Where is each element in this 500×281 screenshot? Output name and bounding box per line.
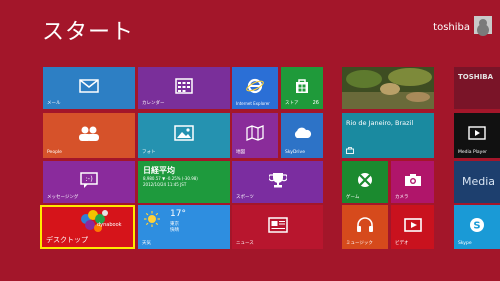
tile-finance[interactable]: 日経平均 8,980.57 ▼ -0.25% (-30.98) 2012/10/… bbox=[138, 161, 230, 203]
tile-travel[interactable]: Rio de Janeiro, Brazil bbox=[342, 113, 434, 158]
tile-desktop[interactable]: dynabook デスクトップ bbox=[40, 205, 135, 249]
travel-photo-image bbox=[342, 67, 434, 109]
tile-mail-label: メール bbox=[47, 100, 61, 106]
tile-media-player[interactable]: Media Player bbox=[454, 113, 500, 158]
sun-icon bbox=[144, 211, 160, 227]
tile-calendar[interactable]: カレンダー bbox=[138, 67, 230, 109]
svg-text:S: S bbox=[473, 220, 480, 231]
tile-sports[interactable]: スポーツ bbox=[232, 161, 323, 203]
tile-photos[interactable]: フォト bbox=[138, 113, 230, 158]
tile-calendar-label: カレンダー bbox=[142, 100, 165, 106]
people-icon bbox=[78, 125, 100, 142]
page-title: スタート bbox=[42, 20, 135, 45]
svg-text::-): :-) bbox=[85, 175, 93, 183]
tile-store[interactable]: ストア 26 bbox=[281, 67, 323, 109]
tile-maps[interactable]: 地図 bbox=[232, 113, 278, 158]
tile-photos-label: フォト bbox=[142, 149, 156, 155]
video-icon bbox=[403, 217, 422, 232]
tile-maps-label: 地図 bbox=[236, 149, 245, 155]
tile-video[interactable]: ビデオ bbox=[391, 205, 434, 249]
tile-sports-label: スポーツ bbox=[236, 194, 254, 200]
tile-people-label: People bbox=[47, 149, 62, 155]
user-name[interactable]: toshiba bbox=[433, 22, 470, 33]
tile-games[interactable]: ゲーム bbox=[342, 161, 388, 203]
finance-title: 日経平均 bbox=[143, 166, 175, 175]
tile-store-label: ストア bbox=[285, 100, 299, 106]
news-icon bbox=[267, 217, 288, 233]
tile-games-label: ゲーム bbox=[346, 194, 360, 200]
finance-timestamp: 2012/10/24 11:45 JST bbox=[143, 182, 187, 187]
cloud-icon bbox=[292, 127, 312, 139]
toshiba-logo: TOSHIBA bbox=[458, 73, 493, 81]
tile-people[interactable]: People bbox=[43, 113, 135, 158]
tile-news-label: ニュース bbox=[236, 240, 254, 246]
mail-icon bbox=[79, 79, 99, 93]
calendar-icon bbox=[175, 78, 193, 94]
weather-temp: 17° bbox=[170, 209, 186, 219]
tile-travel-photo[interactable] bbox=[342, 67, 434, 109]
desktop-brand: dynabook bbox=[97, 222, 122, 228]
tile-media[interactable]: Media bbox=[454, 161, 500, 203]
tile-music-label: ミュージック bbox=[346, 240, 373, 246]
tile-messaging[interactable]: :-) メッセージング bbox=[43, 161, 135, 203]
weather-condition: 快晴 bbox=[170, 228, 179, 233]
xbox-icon bbox=[357, 172, 373, 188]
tile-skype[interactable]: S Skype bbox=[454, 205, 500, 249]
store-update-count: 26 bbox=[312, 100, 319, 106]
messaging-icon: :-) bbox=[80, 172, 98, 188]
tile-weather[interactable]: 17° 東京 快晴 天気 bbox=[138, 205, 230, 249]
media-player-icon bbox=[468, 126, 486, 140]
skype-icon: S bbox=[468, 216, 486, 234]
photos-icon bbox=[174, 125, 194, 141]
tile-toshiba[interactable]: TOSHIBA bbox=[454, 67, 500, 109]
tile-mail[interactable]: メール bbox=[43, 67, 135, 109]
camera-icon bbox=[404, 173, 422, 187]
tile-skydrive[interactable]: SkyDrive bbox=[281, 113, 323, 158]
maps-icon bbox=[246, 125, 264, 142]
tile-video-label: ビデオ bbox=[395, 240, 409, 246]
finance-quote: 8,980.57 ▼ -0.25% (-30.98) bbox=[143, 176, 198, 181]
tile-media-player-label: Media Player bbox=[458, 149, 487, 155]
store-icon bbox=[294, 78, 310, 94]
tile-news[interactable]: ニュース bbox=[232, 205, 323, 249]
tile-messaging-label: メッセージング bbox=[47, 194, 79, 200]
tile-camera-label: カメラ bbox=[395, 194, 409, 200]
tile-skype-label: Skype bbox=[458, 240, 472, 246]
suitcase-icon bbox=[346, 147, 354, 154]
internet-explorer-icon bbox=[246, 77, 264, 95]
tile-skydrive-label: SkyDrive bbox=[285, 149, 305, 155]
tile-weather-label: 天気 bbox=[142, 240, 151, 246]
travel-place: Rio de Janeiro, Brazil bbox=[346, 119, 414, 127]
avatar[interactable] bbox=[474, 16, 492, 34]
tile-desktop-label: デスクトップ bbox=[46, 236, 88, 244]
tile-camera[interactable]: カメラ bbox=[391, 161, 434, 203]
trophy-icon bbox=[268, 171, 287, 189]
tile-music[interactable]: ミュージック bbox=[342, 205, 388, 249]
media-label: Media bbox=[462, 175, 496, 188]
tile-internet-explorer[interactable]: Internet Explorer bbox=[232, 67, 278, 109]
tile-ie-label: Internet Explorer bbox=[236, 101, 270, 106]
headphones-icon bbox=[356, 217, 374, 233]
